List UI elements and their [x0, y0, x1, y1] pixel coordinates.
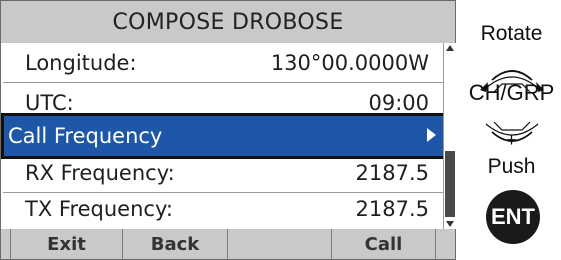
radio-display: COMPOSE DROBOSE Longitude: 130°00.0000W … — [0, 0, 456, 260]
softkey-spacer — [1, 229, 11, 259]
blank-softkey[interactable] — [228, 229, 332, 259]
ch-grp-label: CH/GRP — [468, 80, 555, 105]
back-softkey[interactable]: Back — [123, 229, 228, 259]
ent-button[interactable]: ENT — [486, 190, 540, 244]
scroll-up-arrow-icon — [446, 45, 454, 51]
rotate-label: Rotate — [480, 22, 543, 45]
rx-frequency-value: 2187.5 — [355, 160, 429, 185]
longitude-label: Longitude: — [25, 50, 137, 75]
scrollbar[interactable] — [443, 43, 456, 229]
plus-label: + — [506, 130, 517, 150]
utc-label: UTC: — [25, 90, 74, 115]
call-frequency-label: Call Frequency — [8, 124, 163, 148]
chevron-right-icon — [427, 128, 436, 142]
control-instructions: Rotate CH/GRP + Push ENT — [462, 0, 561, 260]
tx-frequency-label: TX Frequency: — [25, 197, 173, 221]
call-softkey[interactable]: Call — [332, 229, 436, 259]
longitude-row[interactable]: Longitude: 130°00.0000W — [3, 43, 443, 83]
longitude-value: 130°00.0000W — [270, 50, 429, 75]
softkey-bar: Exit Back Call — [1, 229, 455, 259]
tx-frequency-row[interactable]: TX Frequency: 2187.5 — [3, 189, 443, 229]
tx-frequency-value: 2187.5 — [355, 197, 429, 221]
utc-value: 09:00 — [368, 90, 429, 115]
scroll-thumb[interactable] — [445, 151, 455, 217]
rx-frequency-label: RX Frequency: — [25, 160, 175, 185]
rx-frequency-row[interactable]: RX Frequency: 2187.5 — [3, 153, 443, 193]
screen-title: COMPOSE DROBOSE — [1, 1, 455, 43]
exit-softkey[interactable]: Exit — [11, 229, 123, 259]
push-label: Push — [487, 155, 536, 178]
scroll-down-arrow-icon — [446, 221, 454, 227]
call-frequency-row[interactable]: Call Frequency — [1, 113, 453, 159]
softkey-end — [436, 229, 455, 259]
